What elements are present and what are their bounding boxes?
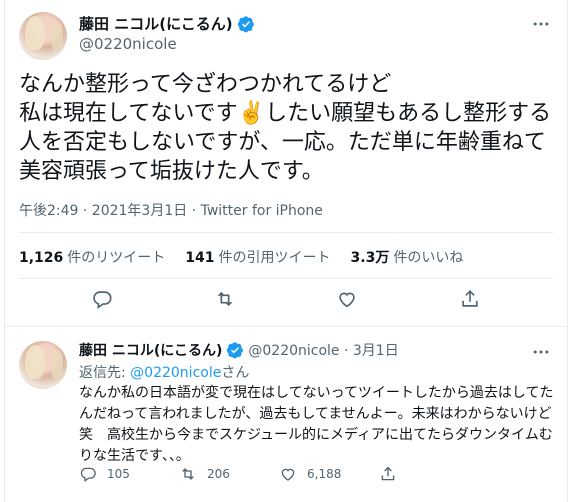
reply-actions: 105 206 6,188 (79, 465, 499, 483)
tweet-stats: 1,126 件のリツイート 141 件の引用ツイート 3.3万 件のいいね (19, 247, 483, 267)
more-icon[interactable] (529, 12, 553, 36)
author-name-row[interactable]: 藤田 ニコル(にこるん) (79, 13, 255, 34)
main-tweet[interactable]: 藤田 ニコル(にこるん) @0220nicole なんか整形って今ざわつかれてる… (5, 0, 567, 325)
display-name[interactable]: 藤田 ニコル(にこるん) (79, 340, 222, 360)
retweet-count[interactable]: 1,126 件のリツイート (19, 247, 165, 267)
tweet-timestamp[interactable]: 午後2:49 · 2021年3月1日 (19, 203, 187, 219)
verified-badge-icon (237, 15, 254, 32)
meta-separator: · (187, 203, 201, 219)
reply-tweet[interactable]: 藤田 ニコル(にこるん) @0220nicole · 3月1日 返信先: @02… (5, 326, 567, 502)
reply-handle-date[interactable]: @0220nicole · 3月1日 (248, 340, 398, 360)
tweet-text: なんか整形って今ざわつかれてるけど 私は現在してないです✌️したい願望もあるし整… (19, 72, 552, 184)
avatar[interactable] (19, 12, 67, 60)
divider (19, 278, 553, 279)
replying-suffix: さん (221, 365, 250, 381)
reply-retweet-button[interactable]: 206 (179, 465, 279, 483)
reply-count: 105 (107, 467, 130, 481)
like-count[interactable]: 3.3万 件のいいね (351, 247, 464, 267)
share-icon[interactable] (459, 288, 481, 310)
reply-icon[interactable] (91, 288, 113, 310)
retweet-icon[interactable] (179, 465, 197, 483)
quote-tweet-count[interactable]: 141 件の引用ツイート (185, 247, 330, 267)
reply-reply-button[interactable]: 105 (79, 465, 179, 483)
share-icon[interactable] (379, 465, 397, 483)
reply-share-button[interactable] (379, 465, 479, 483)
verified-badge-icon (227, 342, 244, 359)
tweet-meta: 午後2:49 · 2021年3月1日 · Twitter for iPhone (19, 200, 323, 220)
tweet-actions (5, 288, 567, 310)
like-icon[interactable] (279, 465, 297, 483)
like-count: 6,188 (307, 467, 342, 481)
tweet-card: 藤田 ニコル(にこるん) @0220nicole なんか整形って今ざわつかれてる… (4, 0, 568, 502)
reply-text: なんか私の日本語が変で現在はしてないってツイートしたから過去はしてたんだねって言… (79, 385, 554, 464)
reply-icon[interactable] (79, 465, 97, 483)
more-icon[interactable] (529, 340, 553, 364)
retweet-icon[interactable] (214, 288, 236, 310)
like-icon[interactable] (336, 288, 358, 310)
retweet-count: 206 (207, 467, 230, 481)
reply-author-row: 藤田 ニコル(にこるん) @0220nicole · 3月1日 (79, 340, 399, 360)
author-handle[interactable]: @0220nicole (79, 35, 177, 53)
replying-to: 返信先: @0220nicoleさん (79, 362, 249, 382)
replying-prefix: 返信先: (79, 365, 131, 381)
display-name[interactable]: 藤田 ニコル(にこるん) (79, 13, 233, 34)
reply-like-button[interactable]: 6,188 (279, 465, 379, 483)
replying-mention[interactable]: @0220nicole (130, 365, 221, 381)
avatar[interactable] (19, 341, 67, 389)
tweet-source[interactable]: Twitter for iPhone (201, 203, 323, 219)
divider (19, 232, 553, 233)
